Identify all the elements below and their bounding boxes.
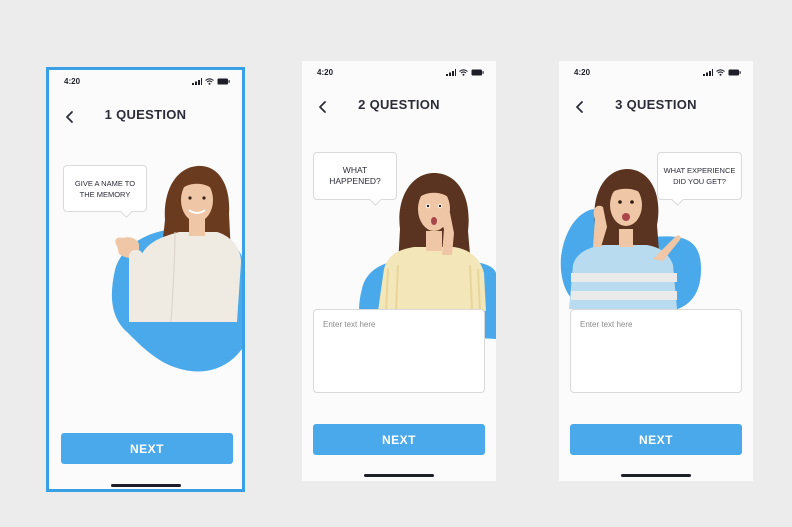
question-screen-3: 4:20 3 QUESTION WHAT EXPERIENCE DID YOU … bbox=[559, 61, 753, 481]
home-indicator bbox=[111, 484, 181, 487]
speech-bubble: GIVE A NAME TO THE MEMORY bbox=[63, 165, 147, 212]
question-screen-1: 4:20 1 QUESTION GIVE A NAME TO THE MEMOR… bbox=[46, 67, 245, 492]
speech-bubble: WHAT HAPPENED? bbox=[313, 152, 397, 200]
answer-textarea[interactable]: Enter text here bbox=[570, 309, 742, 393]
speech-bubble: WHAT EXPERIENCE DID YOU GET? bbox=[657, 152, 742, 200]
speech-bubble-text: WHAT EXPERIENCE DID YOU GET? bbox=[663, 166, 736, 186]
next-button[interactable]: NEXT bbox=[313, 424, 485, 455]
home-indicator bbox=[621, 474, 691, 477]
speech-bubble-text: WHAT HAPPENED? bbox=[329, 165, 381, 186]
question-screen-2: 4:20 2 QUESTION WHAT HAPPENED? Enter tex… bbox=[302, 61, 496, 481]
next-button[interactable]: NEXT bbox=[61, 433, 233, 464]
answer-textarea[interactable]: Enter text here bbox=[313, 309, 485, 393]
home-indicator bbox=[364, 474, 434, 477]
speech-bubble-text: GIVE A NAME TO THE MEMORY bbox=[74, 178, 136, 199]
next-button[interactable]: NEXT bbox=[570, 424, 742, 455]
